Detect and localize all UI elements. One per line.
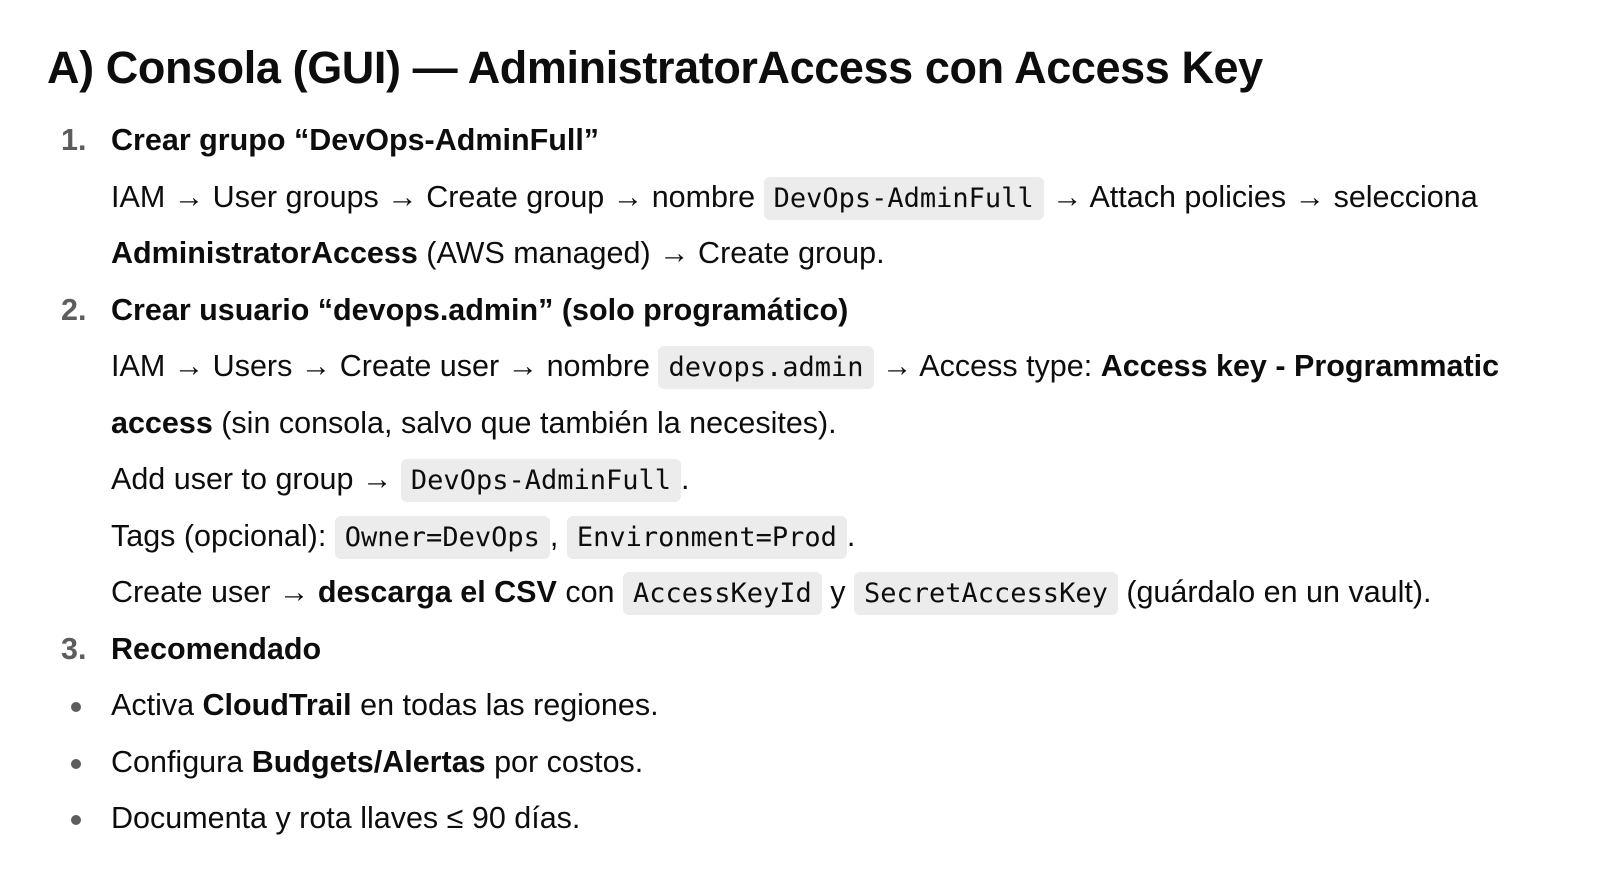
bold-text: CloudTrail bbox=[202, 688, 352, 722]
bold-text: Budgets/Alertas bbox=[251, 744, 486, 779]
step-2-line-5: Create user → descarga el CSV con Access… bbox=[47, 564, 1622, 621]
bullet-item: Activa CloudTrail en todas las regiones. bbox=[47, 677, 1622, 734]
text: IAM → Users → Create user → nombre bbox=[111, 349, 659, 383]
inline-code: DevOps-AdminFull bbox=[400, 459, 682, 502]
text: Configura bbox=[111, 744, 252, 779]
text: (guárdalo en un vault). bbox=[1117, 575, 1432, 609]
step-heading: Crear grupo “DevOps-AdminFull” bbox=[111, 123, 600, 157]
step-2-heading-line: 2. Crear usuario “devops.admin” (solo pr… bbox=[47, 282, 1622, 339]
step-3-heading-line: 3. Recomendado bbox=[47, 621, 1622, 678]
text: . bbox=[846, 518, 856, 553]
inline-code: Owner=DevOps bbox=[334, 515, 550, 559]
text: Create user → bbox=[111, 575, 318, 609]
text: (sin consola, salvo que también la neces… bbox=[212, 405, 837, 440]
step-2-line-2: access (sin consola, salvo que también l… bbox=[47, 395, 1622, 452]
bullet-dot-icon bbox=[71, 758, 81, 769]
text: Add user to group → bbox=[111, 462, 401, 496]
step-heading: Recomendado bbox=[111, 631, 322, 666]
bold-text: AdministratorAccess bbox=[111, 236, 418, 270]
steps-list: 1. Crear grupo “DevOps-AdminFull” IAM → … bbox=[47, 112, 1622, 847]
step-1-heading-line: 1. Crear grupo “DevOps-AdminFull” bbox=[47, 112, 1622, 169]
text: Activa bbox=[111, 688, 203, 722]
text: IAM → User groups → Create group → nombr… bbox=[111, 179, 764, 214]
document-page: A) Consola (GUI) — AdministratorAccess c… bbox=[0, 0, 1622, 880]
text: → Access type: bbox=[873, 349, 1101, 383]
bullet-dot-icon bbox=[71, 815, 81, 825]
bold-text: descarga el CSV bbox=[317, 575, 557, 609]
text: . bbox=[681, 462, 690, 496]
text: Tags (opcional): bbox=[111, 518, 335, 553]
bullet-item: Configura Budgets/Alertas por costos. bbox=[47, 734, 1622, 791]
step-number: 3. bbox=[61, 631, 87, 666]
text: , bbox=[549, 518, 567, 553]
step-1-line-2: AdministratorAccess (AWS managed) → Crea… bbox=[47, 225, 1622, 282]
text: y bbox=[821, 575, 854, 609]
text: → Attach policies → selecciona bbox=[1043, 179, 1478, 214]
text: con bbox=[556, 575, 623, 609]
text: en todas las regiones. bbox=[351, 688, 659, 722]
bold-text: access bbox=[111, 405, 213, 440]
inline-code: SecretAccessKey bbox=[854, 572, 1118, 615]
step-2-line-3: Add user to group → DevOps-AdminFull. bbox=[47, 451, 1622, 508]
inline-code: AccessKeyId bbox=[622, 572, 822, 615]
inline-code: devops.admin bbox=[658, 346, 874, 389]
step-number: 2. bbox=[61, 292, 87, 327]
page-title: A) Consola (GUI) — AdministratorAccess c… bbox=[47, 42, 1263, 93]
step-2-line-1: IAM → Users → Create user → nombre devop… bbox=[47, 338, 1622, 395]
text: Documenta y rota llaves ≤ 90 días. bbox=[111, 801, 581, 835]
step-1-line-1: IAM → User groups → Create group → nombr… bbox=[47, 169, 1622, 226]
bullet-dot-icon bbox=[71, 702, 81, 712]
text: por costos. bbox=[485, 744, 644, 779]
inline-code: DevOps-AdminFull bbox=[763, 176, 1044, 220]
step-2-line-4: Tags (opcional): Owner=DevOps, Environme… bbox=[47, 508, 1622, 565]
step-number: 1. bbox=[61, 123, 87, 157]
step-heading: Crear usuario “devops.admin” (solo progr… bbox=[111, 292, 849, 327]
bullet-item: Documenta y rota llaves ≤ 90 días. bbox=[47, 790, 1622, 847]
bold-text: Access key - Programmatic bbox=[1100, 349, 1500, 383]
text: (AWS managed) → Create group. bbox=[417, 236, 885, 270]
inline-code: Environment=Prod bbox=[566, 515, 847, 559]
